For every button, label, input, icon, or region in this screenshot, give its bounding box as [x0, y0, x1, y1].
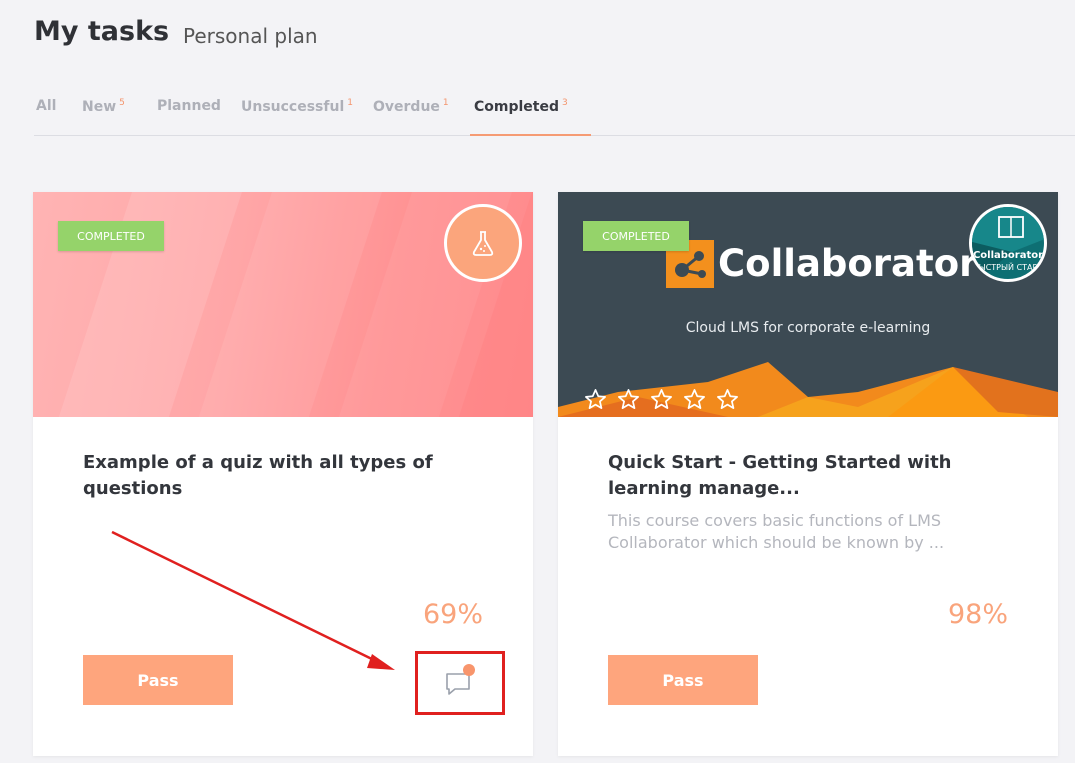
rating-stars[interactable]: [584, 388, 739, 411]
notification-dot: [463, 664, 475, 676]
tab-completed[interactable]: Completed 3: [470, 98, 591, 136]
card-cover: Collaborator Cloud LMS for corporate e-l…: [558, 192, 1058, 417]
progress-percent: 98%: [947, 599, 1008, 630]
tab-all[interactable]: All: [36, 98, 56, 136]
card-title[interactable]: Quick Start - Getting Started with learn…: [608, 450, 988, 502]
tab-count: 1: [347, 98, 353, 108]
task-tabs: All New 5 Planned Unsuccessful 1 Overdue 1 …: [34, 90, 1075, 136]
status-badge: COMPLETED: [58, 221, 164, 251]
tab-count: 3: [562, 98, 568, 108]
flask-icon: [472, 231, 494, 256]
cover-tagline: Cloud LMS for corporate e-learning: [685, 320, 931, 336]
star-icon[interactable]: [650, 388, 673, 411]
star-icon[interactable]: [683, 388, 706, 411]
tab-count: 5: [119, 98, 125, 108]
card-title[interactable]: Example of a quiz with all types of ques…: [83, 450, 463, 502]
page-title: My tasks: [34, 16, 170, 47]
pass-button[interactable]: Pass: [608, 655, 758, 705]
tab-count: 1: [442, 98, 449, 108]
progress-percent: 69%: [422, 599, 483, 630]
quiz-type-badge: [444, 204, 522, 282]
star-icon[interactable]: [716, 388, 739, 411]
tab-planned[interactable]: Planned: [157, 98, 221, 136]
logo-subtext: ЫСТРЫЙ СТАР: [978, 263, 1038, 272]
comments-button[interactable]: [441, 662, 477, 698]
task-card[interactable]: COMPLETED Example of a quiz with all typ…: [33, 192, 533, 756]
comment-icon: [446, 664, 475, 695]
task-card[interactable]: Collaborator Cloud LMS for corporate e-l…: [558, 192, 1058, 756]
page-subtitle: Personal plan: [183, 24, 318, 48]
tab-unsuccessful[interactable]: Unsuccessful 1: [241, 98, 353, 136]
status-badge: COMPLETED: [583, 221, 689, 251]
tab-overdue[interactable]: Overdue 1: [373, 98, 449, 136]
cover-title: Collaborator: [718, 242, 978, 285]
star-icon[interactable]: [617, 388, 640, 411]
card-cover: COMPLETED: [33, 192, 533, 417]
tab-new[interactable]: New 5: [82, 98, 125, 136]
pass-button[interactable]: Pass: [83, 655, 233, 705]
course-logo: Collaborator ЫСТРЫЙ СТАР: [969, 204, 1047, 282]
logo-text: Collaborator: [972, 250, 1044, 261]
star-icon[interactable]: [584, 388, 607, 411]
card-description: This course covers basic functions of LM…: [608, 511, 945, 552]
